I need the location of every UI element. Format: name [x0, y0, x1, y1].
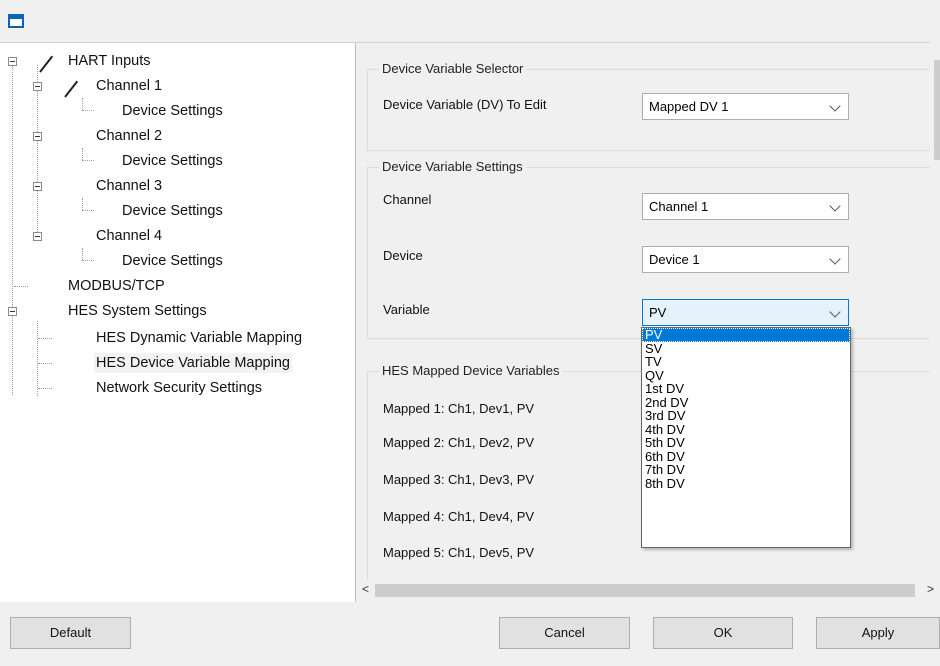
tree-connector: [37, 321, 38, 396]
tree-item-channel-1-device-settings[interactable]: Device Settings: [122, 101, 223, 121]
tree-connector: [82, 160, 94, 161]
tree-item-channel-4-device-settings[interactable]: Device Settings: [122, 251, 223, 271]
tree-item-channel-3-device-settings[interactable]: Device Settings: [122, 201, 223, 221]
collapse-toggle-icon[interactable]: [8, 57, 17, 66]
button-bar: [0, 602, 940, 666]
dv-to-edit-label: Device Variable (DV) To Edit: [383, 97, 547, 112]
tree-connector: [82, 198, 83, 210]
group-title: HES Mapped Device Variables: [379, 363, 563, 378]
variable-select[interactable]: PV: [642, 299, 849, 326]
tree-connector: [12, 315, 13, 395]
edit-pencil-icon: [39, 55, 54, 73]
dv-to-edit-select[interactable]: Mapped DV 1: [642, 93, 849, 120]
group-title: Device Variable Selector: [379, 61, 527, 76]
dropdown-option-qv[interactable]: QV: [642, 368, 850, 383]
tree-connector: [82, 248, 83, 260]
channel-value: Channel 1: [649, 199, 709, 214]
mapped-item: Mapped 5: Ch1, Dev5, PV: [383, 545, 535, 560]
device-select[interactable]: Device 1: [642, 246, 849, 273]
dv-to-edit-value: Mapped DV 1: [649, 99, 729, 114]
cancel-button[interactable]: Cancel: [499, 617, 630, 649]
chevron-down-icon: [829, 306, 841, 318]
tree-item-hart-inputs[interactable]: HART Inputs: [68, 51, 150, 71]
tree-connector: [12, 65, 13, 315]
chevron-down-icon: [829, 200, 841, 212]
tree-item-hes-device-variable-mapping[interactable]: HES Device Variable Mapping: [94, 353, 292, 373]
chevron-down-icon: [829, 100, 841, 112]
tree-item-channel-2-device-settings[interactable]: Device Settings: [122, 151, 223, 171]
tree-connector: [82, 98, 83, 110]
scroll-right-arrow-icon[interactable]: >: [927, 582, 934, 596]
tree-item-hes-system-settings[interactable]: HES System Settings: [68, 301, 207, 321]
device-label: Device: [383, 248, 423, 263]
group-title: Device Variable Settings: [379, 159, 526, 174]
vertical-scroll-thumb[interactable]: [934, 60, 940, 160]
tree-item-channel-2[interactable]: Channel 2: [96, 126, 162, 146]
collapse-toggle-icon[interactable]: [8, 307, 17, 316]
dropdown-option-3rd-dv[interactable]: 3rd DV: [642, 409, 850, 423]
channel-label: Channel: [383, 192, 432, 207]
tree-connector: [82, 148, 83, 160]
collapse-toggle-icon[interactable]: [33, 232, 42, 241]
channel-select[interactable]: Channel 1: [642, 193, 849, 220]
variable-value: PV: [649, 305, 667, 320]
collapse-toggle-icon[interactable]: [33, 82, 42, 91]
collapse-toggle-icon[interactable]: [33, 132, 42, 141]
mapped-item: Mapped 3: Ch1, Dev3, PV: [383, 472, 535, 487]
default-button[interactable]: Default: [10, 617, 131, 649]
window-title-bar: [0, 0, 940, 42]
tree-item-channel-4[interactable]: Channel 4: [96, 226, 162, 246]
variable-label: Variable: [383, 302, 430, 317]
tree-item-network-security-settings[interactable]: Network Security Settings: [96, 378, 262, 398]
dropdown-option-5th-dv[interactable]: 5th DV: [642, 436, 850, 450]
dropdown-option-6th-dv[interactable]: 6th DV: [642, 449, 850, 464]
dropdown-option-tv[interactable]: TV: [642, 355, 850, 369]
tree-connector: [38, 388, 52, 389]
mapped-item: Mapped 2: Ch1, Dev2, PV: [383, 435, 535, 450]
dropdown-option-7th-dv[interactable]: 7th DV: [642, 463, 850, 477]
dropdown-option-8th-dv[interactable]: 8th DV: [642, 476, 850, 491]
edit-pencil-icon: [64, 80, 79, 98]
mapped-item: Mapped 4: Ch1, Dev4, PV: [383, 509, 535, 524]
tree-connector: [82, 260, 94, 261]
tree-item-hes-dynamic-variable-mapping[interactable]: HES Dynamic Variable Mapping: [96, 328, 302, 348]
window-icon: [8, 14, 24, 28]
tree-connector: [38, 338, 52, 339]
scroll-left-arrow-icon[interactable]: <: [362, 582, 369, 596]
chevron-down-icon: [829, 253, 841, 265]
dropdown-option-2nd-dv[interactable]: 2nd DV: [642, 395, 850, 410]
apply-button[interactable]: Apply: [816, 617, 940, 649]
collapse-toggle-icon[interactable]: [33, 182, 42, 191]
horizontal-scroll-thumb[interactable]: [375, 584, 915, 597]
dropdown-option-4th-dv[interactable]: 4th DV: [642, 422, 850, 437]
settings-tree[interactable]: HART Inputs Channel 1 Device Settings Ch…: [0, 42, 356, 603]
tree-item-channel-3[interactable]: Channel 3: [96, 176, 162, 196]
device-value: Device 1: [649, 252, 700, 267]
tree-item-channel-1[interactable]: Channel 1: [96, 76, 162, 96]
dropdown-option-1st-dv[interactable]: 1st DV: [642, 382, 850, 396]
tree-connector: [14, 286, 28, 287]
tree-connector: [82, 210, 94, 211]
dropdown-option-sv[interactable]: SV: [642, 341, 850, 356]
tree-connector: [82, 110, 94, 111]
dropdown-option-pv[interactable]: PV: [642, 328, 850, 342]
tree-connector: [38, 363, 52, 364]
tree-item-modbus-tcp[interactable]: MODBUS/TCP: [68, 276, 165, 296]
variable-dropdown-list[interactable]: PV SV TV QV 1st DV 2nd DV 3rd DV 4th DV …: [641, 327, 851, 548]
ok-button[interactable]: OK: [653, 617, 793, 649]
tree-connector: [37, 65, 38, 240]
mapped-item: Mapped 1: Ch1, Dev1, PV: [383, 401, 535, 416]
